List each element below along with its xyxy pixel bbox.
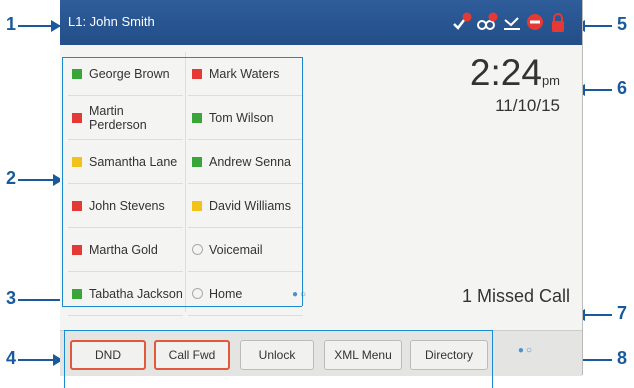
line-keys: George Brown Martin Perderson Samantha Lan…	[68, 52, 303, 316]
contacts-outline-bottom	[62, 306, 302, 307]
line-key-label: Martha Gold	[89, 242, 158, 257]
line-key[interactable]: Home	[188, 272, 303, 316]
clock-date: 11/10/15	[495, 96, 560, 115]
lock-icon	[552, 13, 564, 32]
line-key[interactable]: Andrew Senna	[188, 140, 303, 184]
presence-away-icon	[72, 156, 82, 167]
presence-available-icon	[72, 68, 82, 79]
line-keys-column-1: George Brown Martin Perderson Samantha Lan…	[68, 52, 183, 316]
line-key[interactable]: Mark Waters	[188, 52, 303, 96]
callout-5: 5	[617, 14, 628, 34]
line-key-label: Tom Wilson	[209, 110, 274, 125]
missed-call-notice[interactable]: 1 Missed Call	[462, 286, 570, 307]
line-key-label: Mark Waters	[209, 66, 280, 81]
key-circle-icon	[192, 244, 203, 255]
line-label: L1: John Smith	[68, 14, 155, 29]
contacts-outline-right	[302, 57, 303, 306]
presence-available-icon	[72, 288, 82, 299]
callout-7: 7	[617, 303, 628, 323]
line-key-label: Voicemail	[209, 242, 263, 257]
line-key-label: Andrew Senna	[209, 154, 292, 169]
line-key-label: Martin Perderson	[89, 103, 147, 132]
line-key[interactable]: John Stevens	[68, 184, 183, 228]
presence-available-icon	[192, 156, 202, 167]
clock-time: 2:24pm	[470, 52, 560, 94]
time-ampm: pm	[541, 73, 560, 88]
callout-8: 8	[617, 348, 628, 368]
softkey-call-fwd-label: Call Fwd	[168, 348, 216, 362]
softkeys-outline-top	[64, 330, 492, 331]
callout-2: 2	[6, 168, 17, 188]
presence-busy-icon	[72, 112, 82, 123]
presence-busy-icon	[192, 68, 202, 79]
line-key-label: George Brown	[89, 66, 170, 81]
presence-away-icon	[192, 200, 202, 211]
callout-3: 3	[6, 288, 17, 308]
line-keys-column-2: Mark Waters Tom Wilson Andrew Senna David W…	[188, 52, 303, 316]
line-key[interactable]: Tabatha Jackson	[68, 272, 183, 316]
line-key-label: Samantha Lane	[89, 154, 178, 169]
softkey-unlock-label: Unlock	[258, 348, 296, 362]
line-key[interactable]: Samantha Lane	[68, 140, 183, 184]
status-bar: L1: John Smith	[60, 0, 582, 45]
missed-call-count-icon	[477, 12, 498, 30]
softkey-dnd-label: DND	[95, 348, 121, 362]
line-key[interactable]: Tom Wilson	[188, 96, 303, 140]
softkeys-outline-right	[492, 330, 493, 388]
presence-busy-icon	[72, 244, 82, 255]
softkey-directory-label: Directory	[424, 348, 473, 362]
softkey-xml-menu-label: XML Menu	[334, 348, 392, 362]
callout-2-arrow	[18, 174, 63, 186]
line-key[interactable]: David Williams	[188, 184, 303, 228]
line-key[interactable]: Voicemail	[188, 228, 303, 272]
softkey-xml-menu[interactable]: XML Menu	[324, 340, 402, 370]
callout-6: 6	[617, 78, 628, 98]
key-circle-icon	[192, 288, 203, 299]
softkey-bar: DND Call Fwd Unlock XML Menu Directory ●…	[60, 330, 582, 376]
time-value: 2:24	[469, 52, 542, 93]
callout-1: 1	[6, 14, 17, 34]
callout-4-arrow	[18, 354, 63, 366]
line-key[interactable]: Martin Perderson	[68, 96, 183, 140]
softkey-directory[interactable]: Directory	[410, 340, 488, 370]
callout-4: 4	[6, 348, 17, 368]
line-key-label: David Williams	[209, 198, 291, 213]
line-key[interactable]: Martha Gold	[68, 228, 183, 272]
contacts-outline-left	[62, 57, 63, 306]
line-key-label: John Stevens	[89, 198, 165, 213]
voicemail-count-icon	[453, 12, 472, 30]
callout-1-arrow	[18, 20, 61, 32]
presence-busy-icon	[72, 200, 82, 211]
softkey-call-fwd[interactable]: Call Fwd	[154, 340, 230, 370]
missed-call-icon	[504, 17, 520, 30]
softkeys-outline-left	[64, 330, 65, 388]
softkey-unlock[interactable]: Unlock	[240, 340, 314, 370]
line-key-label: Tabatha Jackson	[89, 286, 183, 301]
line-key-page-indicator[interactable]: ●○	[292, 289, 308, 300]
contacts-outline-top	[62, 57, 302, 58]
column-divider	[185, 52, 186, 312]
softkey-dnd[interactable]: DND	[70, 340, 146, 370]
dnd-icon	[527, 14, 543, 30]
line-key[interactable]: George Brown	[68, 52, 183, 96]
softkey-page-indicator[interactable]: ●○	[518, 345, 534, 356]
presence-available-icon	[192, 112, 202, 123]
line-key-label: Home	[209, 286, 243, 301]
